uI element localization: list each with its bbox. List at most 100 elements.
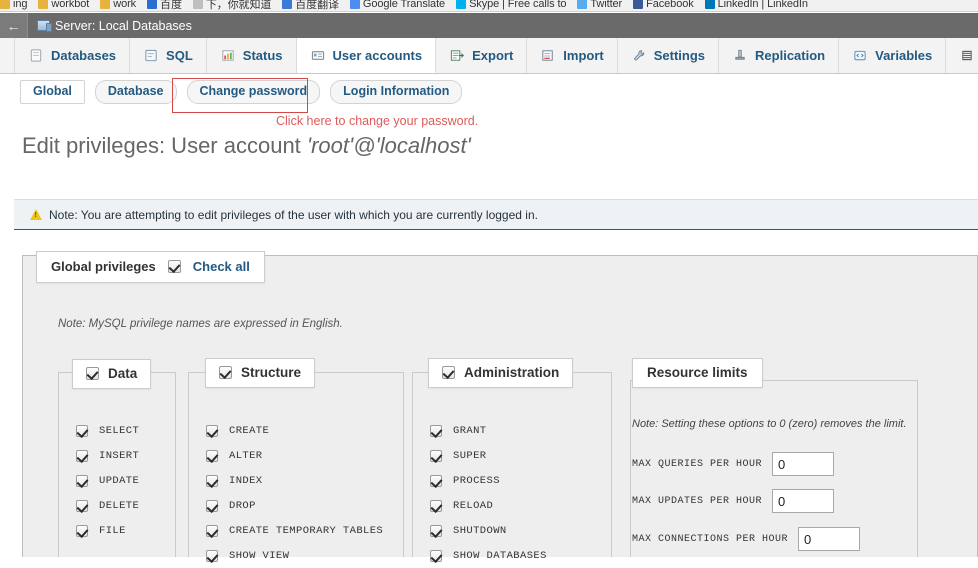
nav-tab-label: Replication — [755, 48, 826, 63]
privilege-row[interactable]: FILE — [76, 518, 139, 543]
export-icon — [451, 50, 465, 61]
nav-tab-cha[interactable]: Cha — [946, 38, 978, 73]
subtab-change-password[interactable]: Change password — [186, 79, 321, 105]
bookmark-item[interactable]: workbot — [38, 0, 89, 10]
privilege-label: UPDATE — [99, 474, 140, 487]
global-privileges-title: Global privileges — [51, 259, 156, 274]
nav-tab-export[interactable]: Export — [436, 38, 528, 73]
privilege-checkbox-drop[interactable] — [206, 499, 218, 512]
nav-tab-import[interactable]: Import — [527, 38, 618, 73]
privilege-checkbox-process[interactable] — [430, 474, 442, 487]
privilege-list-administration: GRANT SUPER PROCESS RELOAD SHUTDOWN SHOW DATA… — [430, 418, 547, 568]
privilege-row[interactable]: DELETE — [76, 493, 139, 518]
privilege-row[interactable]: INDEX — [206, 468, 383, 493]
privilege-label: GRANT — [453, 424, 487, 437]
privilege-checkbox-create-temporary-tables[interactable] — [206, 524, 218, 537]
resource-limit-label: MAX QUERIES PER HOUR — [632, 458, 763, 470]
privilege-checkbox-create[interactable] — [206, 424, 218, 437]
privilege-label: CREATE — [229, 424, 270, 437]
privilege-row[interactable]: CREATE TEMPORARY TABLES — [206, 518, 383, 543]
privilege-label: DELETE — [99, 499, 140, 512]
nav-tab-label: Import — [563, 48, 604, 63]
privilege-checkbox-show-databases[interactable] — [430, 549, 442, 562]
generic-page-icon — [192, 0, 203, 9]
privilege-checkbox-show-view[interactable] — [206, 549, 218, 562]
bookmark-item[interactable]: Twitter — [577, 0, 622, 10]
privilege-row[interactable]: SHOW VIEW — [206, 543, 383, 568]
privilege-checkbox-delete[interactable] — [76, 499, 88, 512]
linkedin-icon — [704, 0, 715, 9]
privilege-row[interactable]: ALTER — [206, 443, 383, 468]
privilege-row[interactable]: GRANT — [430, 418, 547, 443]
privilege-checkbox-file[interactable] — [76, 524, 88, 537]
privilege-label: DROP — [229, 499, 256, 512]
bookmark-label: 下，你就知道 — [205, 0, 272, 11]
nav-tab-label: User accounts — [332, 47, 423, 63]
check-all-label[interactable]: Check all — [193, 259, 250, 274]
sub-navigation-tabs: Global Database Change password Login Infor… — [0, 75, 978, 109]
privilege-row[interactable]: INSERT — [76, 443, 139, 468]
nav-tab-user-accounts[interactable]: User accounts — [296, 38, 437, 73]
privilege-row[interactable]: UPDATE — [76, 468, 139, 493]
privilege-label: SHOW VIEW — [229, 549, 290, 562]
bookmark-label: Skype | Free calls to — [469, 0, 567, 10]
privilege-group-checkbox-administration[interactable] — [442, 366, 455, 379]
bookmark-item[interactable]: Skype | Free calls to — [456, 0, 567, 10]
twitter-icon — [577, 0, 588, 9]
check-all-checkbox[interactable] — [167, 260, 181, 273]
privilege-checkbox-shutdown[interactable] — [430, 524, 442, 537]
resource-limit-input-max-connections-per-hour[interactable] — [798, 527, 861, 551]
privilege-checkbox-super[interactable] — [430, 449, 442, 462]
facebook-icon — [633, 0, 644, 9]
folder-icon — [0, 0, 10, 9]
nav-tab-status[interactable]: Status — [206, 38, 297, 73]
privilege-group-title: Structure — [241, 365, 302, 380]
privilege-checkbox-alter[interactable] — [206, 449, 218, 462]
main-navigation-tabs: Databases SQL Status User accounts Export Imp… — [0, 38, 978, 74]
privilege-checkbox-update[interactable] — [76, 474, 88, 487]
folder-icon — [38, 0, 49, 9]
nav-tab-replication[interactable]: Replication — [719, 38, 840, 73]
privilege-row[interactable]: RELOAD — [430, 493, 547, 518]
resource-limit-input-max-queries-per-hour[interactable] — [772, 452, 835, 476]
privilege-group-checkbox-structure[interactable] — [219, 366, 232, 379]
bookmark-item[interactable]: Facebook — [633, 0, 694, 10]
bookmark-item[interactable]: 百度 — [147, 0, 182, 11]
resource-limit-input-max-updates-per-hour[interactable] — [772, 489, 835, 513]
nav-tab-settings[interactable]: Settings — [617, 38, 720, 73]
privilege-group-checkbox-data[interactable] — [86, 367, 99, 380]
privilege-row[interactable]: SELECT — [76, 418, 139, 443]
privilege-label: SELECT — [99, 424, 140, 437]
privilege-row[interactable]: SUPER — [430, 443, 547, 468]
privilege-row[interactable]: SHUTDOWN — [430, 518, 547, 543]
nav-tab-databases[interactable]: Databases — [14, 38, 131, 73]
privilege-checkbox-reload[interactable] — [430, 499, 442, 512]
nav-tab-variables[interactable]: Variables — [839, 38, 947, 73]
resource-limits-legend: Resource limits — [632, 358, 763, 388]
privilege-checkbox-insert[interactable] — [76, 449, 88, 462]
bookmark-item[interactable]: 下，你就知道 — [192, 0, 272, 11]
subtab-database[interactable]: Database — [94, 79, 177, 105]
bookmark-item[interactable]: work — [100, 0, 136, 10]
nav-tab-sql[interactable]: SQL — [130, 38, 207, 73]
bookmark-label: Facebook — [646, 0, 694, 10]
privilege-row[interactable]: DROP — [206, 493, 383, 518]
privilege-row[interactable]: CREATE — [206, 418, 383, 443]
privilege-row[interactable]: SHOW DATABASES — [430, 543, 547, 568]
privilege-row[interactable]: PROCESS — [430, 468, 547, 493]
privilege-group-title: Data — [108, 366, 138, 381]
bookmark-item[interactable]: ing — [0, 0, 27, 10]
bookmark-item[interactable]: Google Translate — [349, 0, 445, 10]
subtab-global[interactable]: Global — [20, 79, 85, 105]
browser-bookmarks-bar: ing workbot work 百度 下，你就知道 百度翻译 Google Transla… — [0, 0, 978, 12]
bookmark-item[interactable]: LinkedIn | LinkedIn — [704, 0, 808, 10]
privilege-checkbox-select[interactable] — [76, 424, 88, 437]
privilege-label: INDEX — [229, 474, 263, 487]
import-icon — [542, 50, 553, 61]
back-button[interactable]: ← — [0, 13, 28, 38]
privilege-checkbox-grant[interactable] — [430, 424, 442, 437]
replication-icon — [735, 49, 745, 60]
privilege-checkbox-index[interactable] — [206, 474, 218, 487]
bookmark-item[interactable]: 百度翻译 — [282, 0, 339, 11]
subtab-login-information[interactable]: Login Information — [330, 79, 463, 105]
